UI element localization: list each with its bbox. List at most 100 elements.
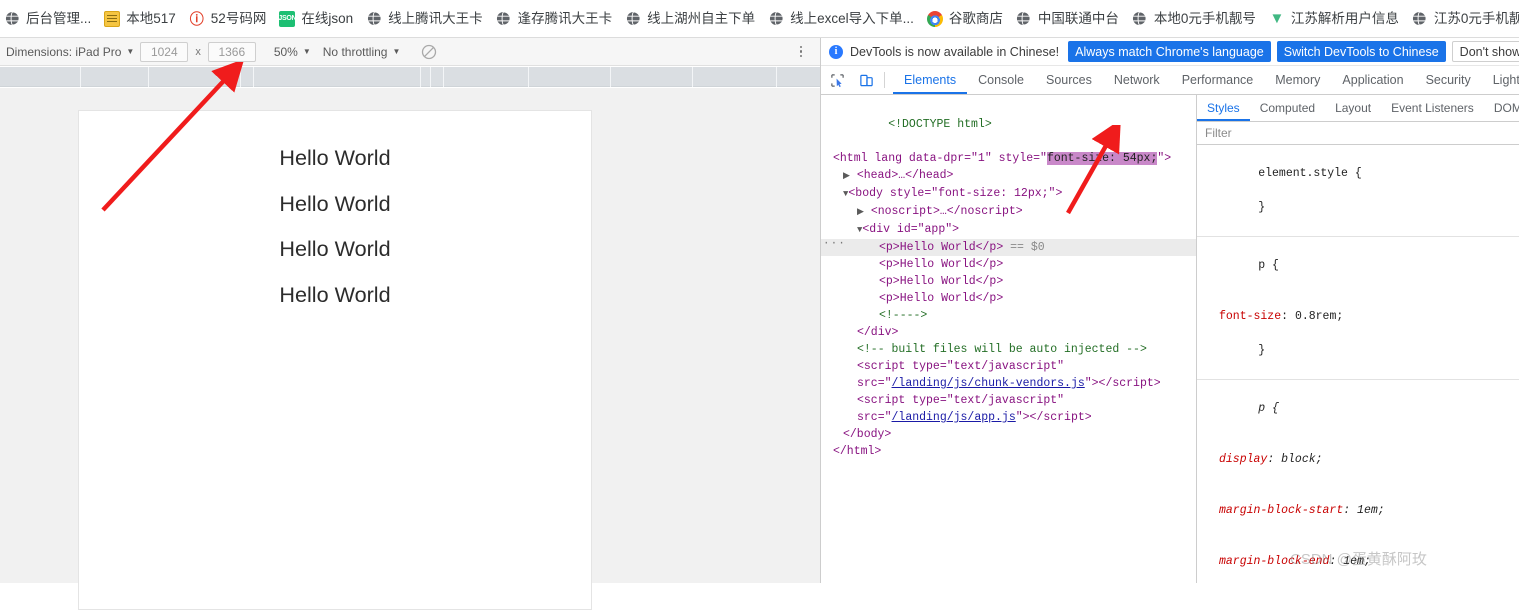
dom-tree-panel[interactable]: <!DOCTYPE html> <html lang data-dpr="1" … [821, 95, 1197, 583]
zoom-dropdown[interactable]: 50% ▼ [268, 41, 317, 63]
bookmark-item[interactable]: 本地0元手机靓号 [1128, 6, 1263, 32]
css-property-value[interactable]: 1em; [1357, 504, 1385, 517]
tab-dom-breakpoints[interactable]: DOM [1484, 95, 1519, 121]
dom-node-noscript[interactable]: ▶ <noscript>…</noscript> [821, 203, 1196, 221]
dimension-separator: x [195, 45, 201, 58]
bookmark-label: 江苏0元手机靓号 [1433, 10, 1519, 26]
bookmark-item[interactable]: 线上excel导入下单... [764, 6, 921, 32]
css-property-name[interactable]: display [1219, 453, 1267, 466]
inspect-element-icon[interactable] [824, 68, 850, 92]
css-property-value[interactable]: block; [1281, 453, 1322, 466]
globe-icon [4, 11, 20, 27]
bookmark-label: 线上湖州自主下单 [647, 10, 756, 26]
viewport-height-input[interactable] [207, 41, 256, 62]
bookmark-item[interactable]: ▼ 江苏解析用户信息 [1265, 6, 1406, 32]
dom-node-doctype[interactable]: <!DOCTYPE html> [821, 99, 1196, 150]
dont-show-again-button[interactable]: Don't show again [1451, 41, 1519, 62]
dom-node-p-selected[interactable]: <p>Hello World</p> == $0 [821, 236, 1196, 256]
css-property-name[interactable]: margin-block-start [1219, 504, 1343, 517]
dom-node-body[interactable]: ▼<body style="font-size: 12px;"> [821, 185, 1196, 203]
dom-node-html-close[interactable]: </html> [821, 443, 1196, 460]
chevron-down-icon: ▼ [126, 46, 135, 56]
highlighted-style-value: font-size: 54px; [1046, 152, 1158, 165]
device-toolbar-menu-icon[interactable] [790, 41, 812, 63]
tab-lighthouse[interactable]: Lighth [1482, 66, 1519, 94]
dom-node-body-close[interactable]: </body> [821, 426, 1196, 443]
css-property-name[interactable]: font-size [1219, 310, 1281, 323]
tab-elements[interactable]: Elements [893, 66, 967, 94]
bookmark-item[interactable]: 谷歌商店 [923, 6, 1010, 32]
switch-to-chinese-button[interactable]: Switch DevTools to Chinese [1276, 41, 1446, 62]
bookmark-item[interactable]: ⓘ 52号码网 [185, 6, 274, 32]
dom-node-script-app[interactable]: <script type="text/javascript" src="/lan… [821, 392, 1196, 426]
dom-node-p[interactable]: <p>Hello World</p> [821, 273, 1196, 290]
dom-node-empty-comment[interactable]: <!----> [821, 307, 1196, 324]
dom-node-built-comment[interactable]: <!-- built files will be auto injected -… [821, 341, 1196, 358]
bookmark-item[interactable]: 线上腾讯大王卡 [362, 6, 490, 32]
info-icon: i [829, 44, 843, 59]
css-rule-element-style[interactable]: element.style { } [1197, 145, 1519, 237]
tab-sources[interactable]: Sources [1035, 66, 1103, 94]
viewport-width-input[interactable] [140, 41, 189, 62]
css-property-value[interactable]: 0.8rem; [1295, 310, 1343, 323]
script-src-link[interactable]: /landing/js/chunk-vendors.js [892, 377, 1085, 390]
bookmark-item[interactable]: 江苏0元手机靓号 [1408, 6, 1519, 32]
emulated-page-viewport[interactable]: Hello World Hello World Hello World Hell… [78, 110, 592, 610]
tab-layout[interactable]: Layout [1325, 95, 1381, 121]
devtools-tab-bar: Elements Console Sources Network Perform… [821, 66, 1519, 95]
dom-node-p[interactable]: <p>Hello World</p> [821, 256, 1196, 273]
bookmark-item[interactable]: JSON 在线json [275, 6, 360, 32]
styles-filter-input[interactable]: Filter [1197, 122, 1519, 145]
bookmark-label: 后台管理... [26, 10, 92, 26]
ruler-tick [148, 67, 149, 87]
zoom-label: 50% [273, 44, 298, 59]
dimensions-dropdown[interactable]: Dimensions: iPad Pro ▼ [0, 41, 140, 63]
no-media-query-icon[interactable] [420, 43, 438, 61]
tab-console[interactable]: Console [967, 66, 1035, 94]
tab-computed[interactable]: Computed [1250, 95, 1325, 121]
globe-icon [496, 11, 512, 27]
ruler-tick [692, 67, 693, 87]
vue-icon: ▼ [1269, 10, 1285, 27]
json-icon: JSON [278, 10, 297, 27]
tab-memory[interactable]: Memory [1264, 66, 1331, 94]
bookmark-item[interactable]: 线上湖州自主下单 [621, 6, 762, 32]
bookmark-label: 52号码网 [210, 10, 267, 26]
bookmark-item[interactable]: 中国联通中台 [1012, 6, 1126, 32]
styles-tab-bar: Styles Computed Layout Event Listeners D… [1197, 95, 1519, 122]
hello-world-paragraph: Hello World [279, 145, 391, 170]
globe-icon [768, 11, 784, 27]
dom-node-p[interactable]: <p>Hello World</p> [821, 290, 1196, 307]
dom-node-script-chunk-vendors[interactable]: <script type="text/javascript" src="/lan… [821, 358, 1196, 392]
bookmark-label: 谷歌商店 [948, 10, 1003, 26]
tab-security[interactable]: Security [1415, 66, 1482, 94]
css-rule-p-author[interactable]: p { font-size: 0.8rem; } [1197, 237, 1519, 380]
tab-performance[interactable]: Performance [1171, 66, 1265, 94]
dom-node-html[interactable]: <html lang data-dpr="1" style="font-size… [821, 150, 1196, 167]
bookmark-label: 在线json [301, 10, 354, 26]
dom-node-div-app[interactable]: ▼<div id="app"> [821, 221, 1196, 239]
dom-node-head[interactable]: ▶ <head>…</head> [821, 167, 1196, 185]
always-match-language-button[interactable]: Always match Chrome's language [1068, 41, 1271, 62]
tab-network[interactable]: Network [1103, 66, 1171, 94]
dom-node-div-close[interactable]: </div> [821, 324, 1196, 341]
bookmark-item[interactable]: 逢存腾讯大王卡 [492, 6, 620, 32]
bookmark-label: 线上excel导入下单... [790, 10, 914, 26]
ruler-tick [528, 67, 529, 87]
ruler-tick [430, 67, 431, 87]
ruler-tick [80, 67, 81, 87]
script-src-link[interactable]: /landing/js/app.js [892, 411, 1016, 424]
bookmark-item[interactable]: 本地517 [100, 6, 183, 32]
bookmark-item[interactable]: 后台管理... [0, 6, 98, 32]
tab-application[interactable]: Application [1331, 66, 1414, 94]
tab-styles[interactable]: Styles [1197, 95, 1250, 121]
css-rule-p-useragent[interactable]: p { display: block; margin-block-start: … [1197, 380, 1519, 583]
viewport-ruler [0, 67, 820, 87]
tab-event-listeners[interactable]: Event Listeners [1381, 95, 1484, 121]
css-property-name[interactable]: margin-block-end [1219, 555, 1329, 568]
globe-icon [1132, 11, 1148, 27]
page-preview-area: Hello World Hello World Hello World Hell… [0, 88, 820, 610]
device-toolbar-toggle-icon[interactable] [853, 68, 879, 92]
throttling-dropdown[interactable]: No throttling ▼ [317, 41, 407, 63]
css-property-value[interactable]: 1em; [1343, 555, 1371, 568]
